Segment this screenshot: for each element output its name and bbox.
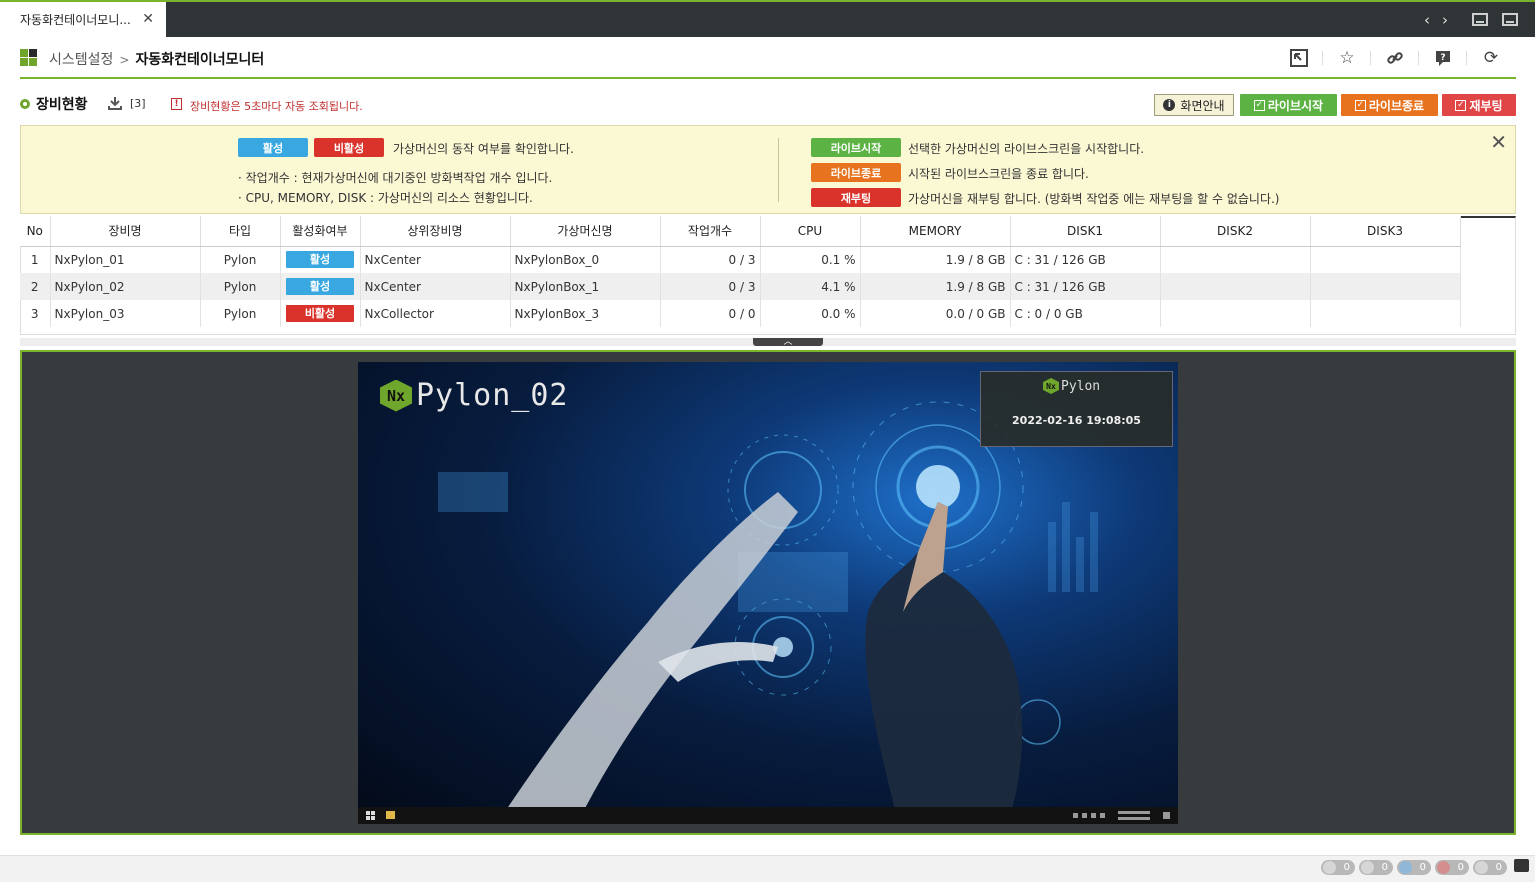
table-header-row: No 장비명 타입 활성화여부 상위장비명 가상머신명 작업개수 CPU MEM… <box>20 216 1461 247</box>
alert-icon: ! <box>171 98 182 110</box>
guide-panel: 활성 비활성 가상머신의 동작 여부를 확인합니다. · 작업개수 : 현재가상… <box>20 125 1516 214</box>
col-no[interactable]: No <box>20 216 51 247</box>
star-icon[interactable]: ☆ <box>1337 48 1357 68</box>
status-badge: 비활성 <box>286 305 354 322</box>
status-badge[interactable]: 0 <box>1397 860 1431 875</box>
chevron-left-icon[interactable]: ‹ <box>1424 11 1430 29</box>
svg-text:?: ? <box>1440 53 1445 63</box>
status-badge[interactable]: 0 <box>1359 860 1393 875</box>
refresh-notice: 장비현황은 5초마다 자동 조회됩니다. <box>190 100 363 113</box>
col-jobs[interactable]: 작업개수 <box>660 216 761 247</box>
live-start-button[interactable]: ✓ 라이브시작 <box>1240 94 1337 116</box>
status-badge[interactable]: 0 <box>1435 860 1469 875</box>
table-row[interactable]: 1 NxPylon_01 Pylon 활성 NxCenter NxPylonBo… <box>20 246 1461 273</box>
live-stop-legend: 라이브종료 <box>811 163 901 182</box>
shortcut-icon[interactable] <box>1289 48 1309 68</box>
status-badge: 활성 <box>286 251 354 269</box>
breadcrumb-parent[interactable]: 시스템설정 <box>49 52 113 68</box>
col-disk1[interactable]: DISK1 <box>1010 216 1161 247</box>
live-screen[interactable]: Nx Pylon_02 Nx Pylon 2022-02-16 19:08:05 <box>358 362 1178 824</box>
reboot-button[interactable]: ✓ 재부팅 <box>1442 94 1516 116</box>
checkbox-icon: ✓ <box>1354 99 1366 111</box>
help-icon[interactable]: ? <box>1433 48 1453 68</box>
info-icon: i <box>1163 99 1176 111</box>
reboot-description: 가상머신을 재부팅 합니다. (방화벽 작업중 에는 재부팅을 할 수 없습니다… <box>908 192 1280 206</box>
tab-title: 자동화컨테이너모니... <box>20 13 131 27</box>
resource-description: · CPU, MEMORY, DISK : 가상머신의 리소스 현황입니다. <box>238 191 533 205</box>
tab-container-monitor[interactable]: 자동화컨테이너모니... ✕ <box>0 2 166 37</box>
clock-brand: Pylon <box>1061 378 1101 394</box>
table-row[interactable]: 2 NxPylon_02 Pylon 활성 NxCenter NxPylonBo… <box>20 273 1461 300</box>
screen-taskbar <box>358 807 1178 824</box>
col-type[interactable]: 타입 <box>200 216 281 247</box>
checkbox-icon: ✓ <box>1253 99 1265 111</box>
live-start-legend: 라이브시작 <box>811 138 901 157</box>
menu-grid-icon <box>20 49 37 66</box>
screen-clock-box: Nx Pylon 2022-02-16 19:08:05 <box>980 371 1173 447</box>
window-maximize-icon[interactable] <box>1502 13 1518 26</box>
live-start-description: 선택한 가상머신의 라이브스크린을 시작합니다. <box>908 142 1145 156</box>
screen-device-title: Pylon_02 <box>416 378 569 413</box>
chevron-right-icon[interactable]: › <box>1442 11 1448 29</box>
panel-splitter[interactable]: ︿ <box>20 338 1516 347</box>
col-disk3[interactable]: DISK3 <box>1310 216 1461 247</box>
tab-bar: 자동화컨테이너모니... ✕ ‹ › <box>0 0 1535 37</box>
section-header: 장비현황 [3] ! 장비현황은 5초마다 자동 조회됩니다. i 화면안내 ✓ 라… <box>20 92 1516 118</box>
screen-brand: Nx Pylon_02 <box>380 378 569 413</box>
breadcrumb: 시스템설정 > 자동화컨테이너모니터 <box>49 49 264 69</box>
page-header: 시스템설정 > 자동화컨테이너모니터 ☆ ? ⟳ <box>20 37 1516 79</box>
close-icon[interactable]: ✕ <box>1490 130 1507 154</box>
device-count: [3] <box>130 97 146 110</box>
checkbox-icon: ✓ <box>1455 99 1467 111</box>
reboot-legend: 재부팅 <box>811 188 901 207</box>
status-badge: 활성 <box>286 278 354 295</box>
status-bar: 0 0 0 0 0 <box>0 855 1535 882</box>
col-parent-device[interactable]: 상위장비명 <box>360 216 511 247</box>
close-icon[interactable]: ✕ <box>142 11 154 27</box>
breadcrumb-separator: > <box>119 53 130 67</box>
screen-clock: 2022-02-16 19:08:05 <box>1012 414 1141 427</box>
live-screen-panel: Nx Pylon_02 Nx Pylon 2022-02-16 19:08:05 <box>20 350 1516 835</box>
guide-button[interactable]: i 화면안내 <box>1154 94 1234 116</box>
download-icon[interactable] <box>108 96 122 114</box>
col-disk2[interactable]: DISK2 <box>1160 216 1311 247</box>
window-restore-icon[interactable] <box>1472 13 1488 26</box>
link-icon[interactable] <box>1385 48 1405 68</box>
page-title: 자동화컨테이너모니터 <box>135 52 265 68</box>
chevron-up-icon[interactable]: ︿ <box>753 338 823 347</box>
col-status[interactable]: 활성화여부 <box>280 216 361 247</box>
col-device-name[interactable]: 장비명 <box>50 216 201 247</box>
section-bullet-icon <box>20 99 30 109</box>
status-badge[interactable]: 0 <box>1321 860 1355 875</box>
col-vm-name[interactable]: 가상머신명 <box>510 216 661 247</box>
live-stop-description: 시작된 라이브스크린을 종료 합니다. <box>908 167 1089 181</box>
col-cpu[interactable]: CPU <box>760 216 861 247</box>
nx-logo-icon: Nx <box>380 379 412 412</box>
section-title: 장비현황 <box>36 97 88 113</box>
device-table: No 장비명 타입 활성화여부 상위장비명 가상머신명 작업개수 CPU MEM… <box>20 216 1461 327</box>
table-row[interactable]: 3 NxPylon_03 Pylon 비활성 NxCollector NxPyl… <box>20 300 1461 327</box>
inactive-legend: 비활성 <box>314 138 384 157</box>
status-badge[interactable]: 0 <box>1473 860 1507 875</box>
status-description: 가상머신의 동작 여부를 확인합니다. <box>393 142 574 156</box>
nx-logo-icon: Nx <box>1043 378 1059 394</box>
live-stop-button[interactable]: ✓ 라이브종료 <box>1341 94 1438 116</box>
chat-icon[interactable] <box>1514 859 1529 872</box>
active-legend: 활성 <box>238 138 308 157</box>
refresh-icon[interactable]: ⟳ <box>1481 48 1501 68</box>
col-memory[interactable]: MEMORY <box>860 216 1011 247</box>
jobs-description: · 작업개수 : 현재가상머신에 대기중인 방화벽작업 개수 입니다. <box>238 171 553 185</box>
